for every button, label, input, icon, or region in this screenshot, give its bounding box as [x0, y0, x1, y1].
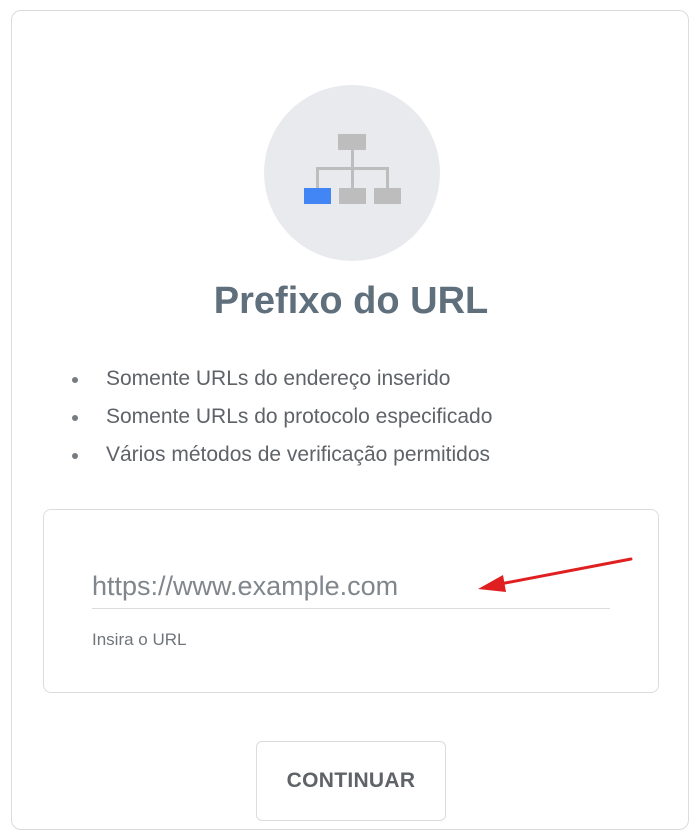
icon-circle — [264, 85, 440, 261]
bullet-icon — [72, 453, 78, 459]
list-item: Vários métodos de verificação permitidos — [70, 441, 492, 479]
bullet-icon — [72, 415, 78, 421]
url-input-container: Insira o URL — [43, 509, 659, 693]
feature-list: Somente URLs do endereço inserido Soment… — [70, 365, 492, 479]
feature-text: Vários métodos de verificação permitidos — [106, 443, 491, 466]
feature-text: Somente URLs do endereço inserido — [106, 367, 451, 390]
list-item: Somente URLs do endereço inserido — [70, 365, 492, 403]
sitemap-hierarchy-icon — [304, 134, 401, 204]
bullet-icon — [72, 377, 78, 383]
card-title: Prefixo do URL — [213, 280, 489, 322]
url-input[interactable] — [92, 564, 610, 609]
continue-button[interactable]: CONTINUAR — [256, 741, 446, 821]
list-item: Somente URLs do protocolo especificado — [70, 403, 492, 441]
feature-text: Somente URLs do protocolo especificado — [106, 405, 493, 428]
url-input-helper: Insira o URL — [92, 630, 187, 649]
url-prefix-card[interactable]: Prefixo do URL Somente URLs do endereço … — [11, 10, 689, 830]
